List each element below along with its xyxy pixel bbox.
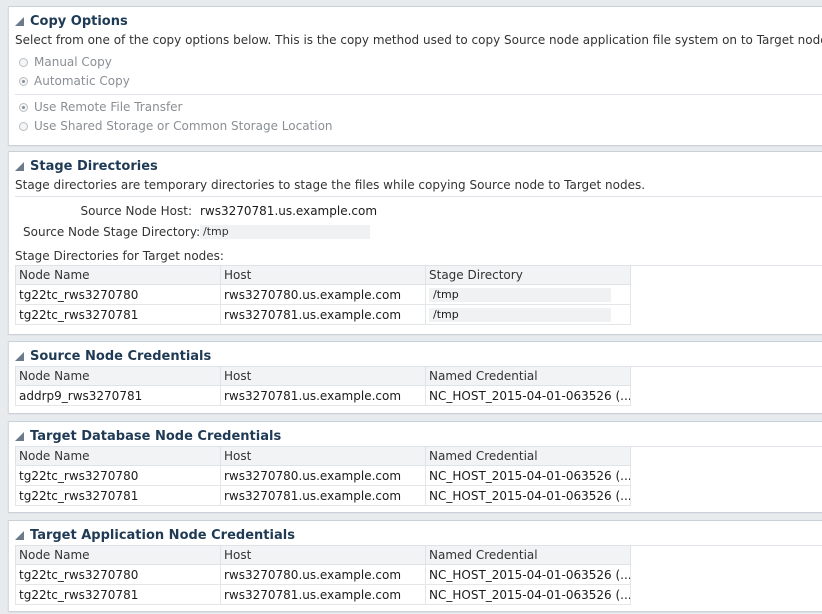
node-name-cell: tg22tc_rws3270781 [15,584,221,605]
column-header[interactable]: Stage Directory [425,265,631,285]
table-edge-line [630,545,822,546]
section-title: Copy Options [30,13,128,29]
host-cell: rws3270780.us.example.com [220,465,426,486]
named-credential-cell[interactable]: NC_HOST_2015-04-01-063526 (... [425,564,631,585]
radio-remote-file-transfer[interactable]: Use Remote File Transfer [19,98,183,116]
table-row[interactable]: tg22tc_rws3270781 rws3270781.us.example.… [15,584,631,605]
table-row[interactable]: tg22tc_rws3270781 rws3270781.us.example.… [15,485,631,506]
radio-label: Use Shared Storage or Common Storage Loc… [34,119,333,133]
table-row[interactable]: tg22tc_rws3270780 rws3270780.us.example.… [15,564,631,585]
table-edge-line [630,366,822,367]
stage-directory-field[interactable]: /tmp [429,288,611,302]
copy-options-description: Select from one of the copy options belo… [15,33,822,47]
collapse-triangle-icon[interactable] [15,16,24,26]
column-header[interactable]: Host [220,446,426,466]
radio-manual-copy[interactable]: Manual Copy [19,53,112,71]
section-title: Target Database Node Credentials [30,428,282,444]
table-row[interactable]: tg22tc_rws3270780 rws3270780.us.example.… [15,284,631,305]
node-name-cell: tg22tc_rws3270780 [15,564,221,585]
column-header[interactable]: Named Credential [425,446,631,466]
stage-directories-description: Stage directories are temporary director… [15,178,646,192]
column-header[interactable]: Host [220,366,426,386]
table-row[interactable]: tg22tc_rws3270780 rws3270780.us.example.… [15,465,631,486]
source-stage-dir-field[interactable]: /tmp [200,225,370,239]
source-node-host-label: Source Node Host: [80,204,192,218]
radio-automatic-copy[interactable]: Automatic Copy [19,72,130,90]
copy-options-panel: Copy Options Select from one of the copy… [8,6,822,145]
node-name-cell: tg22tc_rws3270780 [15,465,221,486]
host-cell: rws3270781.us.example.com [220,584,426,605]
radio-label: Manual Copy [34,55,112,69]
stage-directories-panel: Stage Directories Stage directories are … [8,151,822,334]
column-header[interactable]: Node Name [15,366,221,386]
source-credentials-header[interactable]: Source Node Credentials [15,346,211,366]
source-credentials-table: Node Name Host Named Credential addrp9_r… [15,366,631,406]
radio-button[interactable] [19,57,28,67]
named-credential-cell[interactable]: NC_HOST_2015-04-01-063526 (... [425,465,631,486]
target-stage-dirs-label: Stage Directories for Target nodes: [15,249,224,263]
radio-button[interactable] [19,102,28,112]
copy-options-header[interactable]: Copy Options [15,11,128,31]
table-header-row: Node Name Host Named Credential [15,366,631,386]
column-header[interactable]: Host [220,545,426,565]
radio-button[interactable] [19,76,28,86]
radio-shared-storage[interactable]: Use Shared Storage or Common Storage Loc… [19,117,333,135]
target-app-credentials-header[interactable]: Target Application Node Credentials [15,525,295,545]
named-credential-cell[interactable]: NC_HOST_2015-04-01-063526 (... [425,385,631,406]
table-header-row: Node Name Host Named Credential [15,446,631,466]
table-edge-line [630,446,822,447]
target-db-credentials-panel: Target Database Node Credentials Node Na… [8,421,822,512]
node-name-cell: tg22tc_rws3270780 [15,284,221,305]
column-header[interactable]: Host [220,265,426,285]
source-node-host-row: Source Node Host: rws3270781.us.example.… [23,202,377,220]
column-header[interactable]: Node Name [15,446,221,466]
table-edge-line [630,265,822,266]
target-db-credentials-table: Node Name Host Named Credential tg22tc_r… [15,446,631,506]
source-stage-dir-label: Source Node Stage Directory: [23,225,201,239]
named-credential-cell[interactable]: NC_HOST_2015-04-01-063526 (... [425,584,631,605]
collapse-triangle-icon[interactable] [15,161,24,171]
stage-directory-cell: /tmp [425,304,631,325]
stage-directories-table: Node Name Host Stage Directory tg22tc_rw… [15,265,631,325]
source-node-host-value: rws3270781.us.example.com [200,204,378,218]
host-cell: rws3270781.us.example.com [220,304,426,325]
source-stage-dir-row: Source Node Stage Directory: /tmp [23,223,370,241]
column-header[interactable]: Node Name [15,545,221,565]
column-header[interactable]: Named Credential [425,545,631,565]
host-cell: rws3270781.us.example.com [220,485,426,506]
collapse-triangle-icon[interactable] [15,530,24,540]
source-credentials-panel: Source Node Credentials Node Name Host N… [8,341,822,413]
radio-label: Use Remote File Transfer [34,100,183,114]
section-title: Stage Directories [30,158,158,174]
collapse-triangle-icon[interactable] [15,351,24,361]
node-name-cell: tg22tc_rws3270781 [15,304,221,325]
table-row[interactable]: addrp9_rws3270781 rws3270781.us.example.… [15,385,631,406]
table-row[interactable]: tg22tc_rws3270781 rws3270781.us.example.… [15,304,631,325]
stage-directories-header[interactable]: Stage Directories [15,156,158,176]
table-header-row: Node Name Host Stage Directory [15,265,631,285]
node-name-cell: tg22tc_rws3270781 [15,485,221,506]
column-header[interactable]: Node Name [15,265,221,285]
table-header-row: Node Name Host Named Credential [15,545,631,565]
stage-directory-field[interactable]: /tmp [429,308,611,322]
host-cell: rws3270780.us.example.com [220,564,426,585]
divider [15,94,822,95]
host-cell: rws3270781.us.example.com [220,385,426,406]
host-cell: rws3270780.us.example.com [220,284,426,305]
target-db-credentials-header[interactable]: Target Database Node Credentials [15,426,281,446]
named-credential-cell[interactable]: NC_HOST_2015-04-01-063526 (... [425,485,631,506]
node-name-cell: addrp9_rws3270781 [15,385,221,406]
section-title: Source Node Credentials [30,348,212,364]
target-app-credentials-table: Node Name Host Named Credential tg22tc_r… [15,545,631,605]
section-title: Target Application Node Credentials [30,527,295,543]
radio-label: Automatic Copy [34,74,130,88]
target-app-credentials-panel: Target Application Node Credentials Node… [8,520,822,611]
column-header[interactable]: Named Credential [425,366,631,386]
stage-directory-cell: /tmp [425,284,631,305]
radio-button[interactable] [19,121,28,131]
divider [15,196,822,197]
collapse-triangle-icon[interactable] [15,431,24,441]
